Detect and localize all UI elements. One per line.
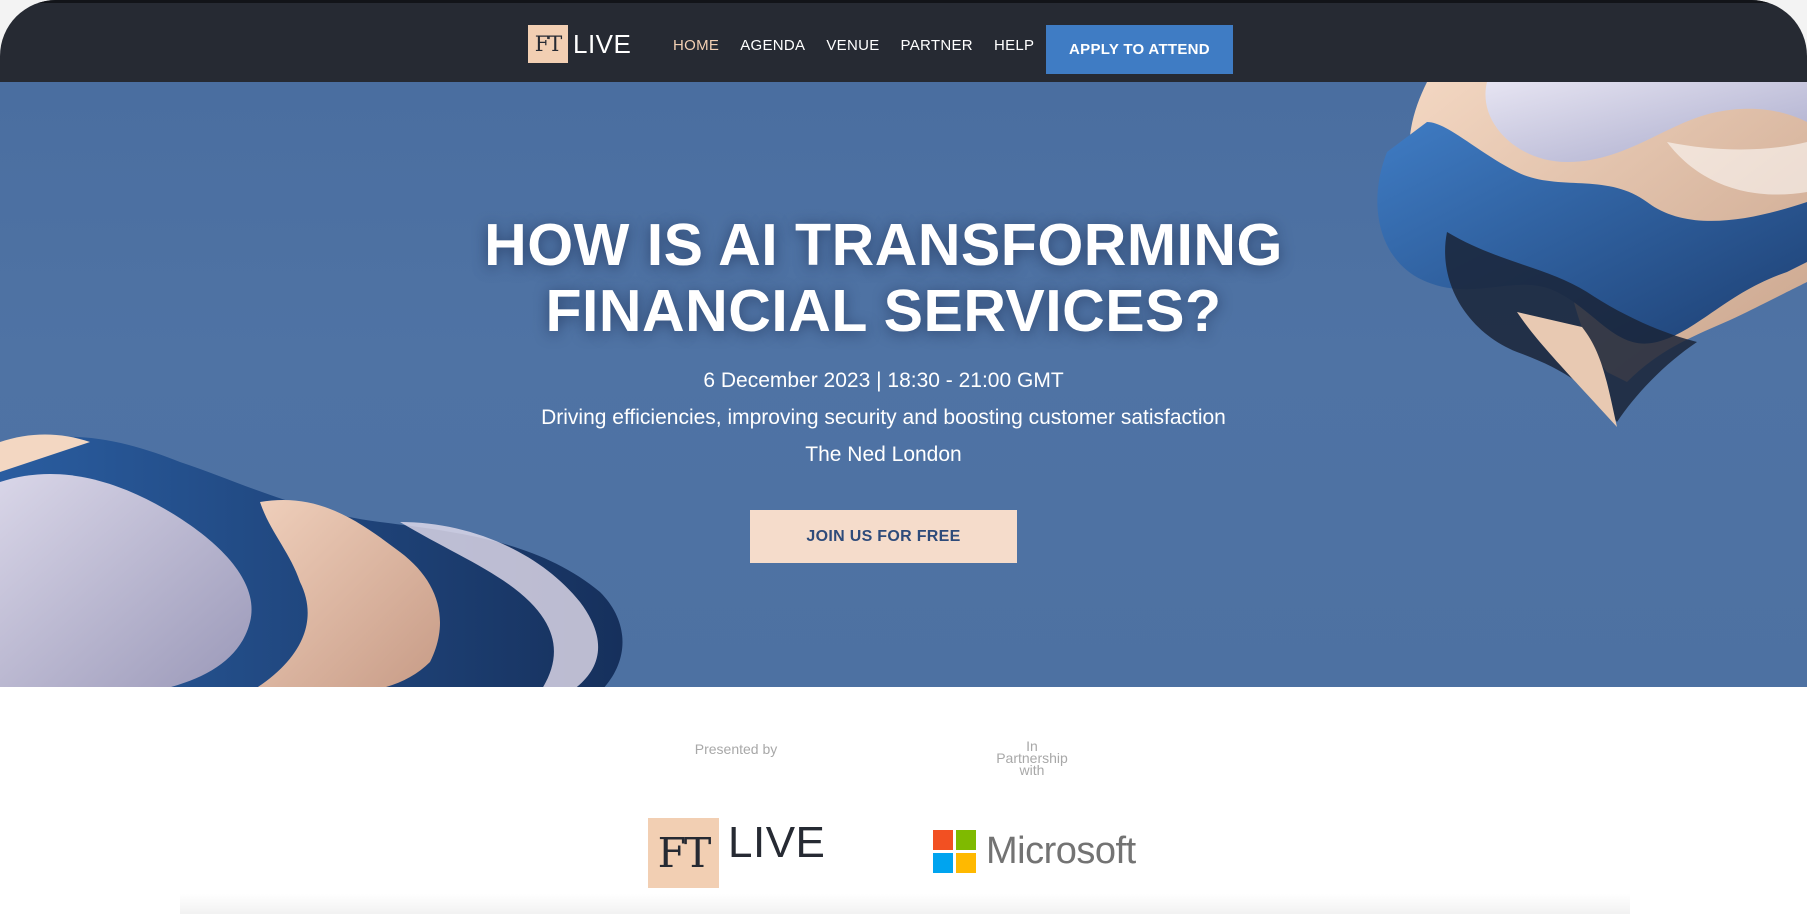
apply-to-attend-button[interactable]: APPLY TO ATTEND — [1046, 25, 1233, 74]
nav-link-home[interactable]: HOME — [673, 37, 719, 54]
nav-link-help[interactable]: HELP — [994, 37, 1034, 54]
partners-section: Presented by In Partnership with FT LIVE… — [0, 687, 1807, 914]
browser-frame: FT LIVE HOME AGENDA VENUE PARTNER HELP A… — [0, 0, 1807, 914]
nav-links: HOME AGENDA VENUE PARTNER HELP — [673, 37, 1055, 54]
event-venue: The Ned London — [805, 443, 962, 466]
join-us-for-free-button[interactable]: JOIN US FOR FREE — [750, 510, 1017, 563]
microsoft-windows-icon — [933, 830, 976, 873]
ft-logo-mark: FT — [528, 25, 568, 63]
presented-by-label: Presented by — [694, 741, 778, 757]
hero-banner: HOW IS AI TRANSFORMING FINANCIAL SERVICE… — [0, 82, 1807, 687]
nav-link-partner[interactable]: PARTNER — [901, 37, 973, 54]
live-logo-word: LIVE — [728, 818, 826, 867]
live-logo-word: LIVE — [573, 28, 632, 59]
presenter-ft-live-logo[interactable]: FT LIVE — [648, 818, 825, 888]
in-partnership-with-label: In Partnership with — [982, 739, 1082, 777]
ms-square-yellow — [956, 853, 976, 873]
hero-title: HOW IS AI TRANSFORMING FINANCIAL SERVICE… — [0, 212, 1767, 344]
ms-square-blue — [933, 853, 953, 873]
microsoft-wordmark: Microsoft — [986, 830, 1136, 872]
nav-link-venue[interactable]: VENUE — [826, 37, 879, 54]
section-bottom-shadow — [180, 894, 1630, 914]
ms-square-green — [956, 830, 976, 850]
top-navigation-bar: FT LIVE HOME AGENDA VENUE PARTNER HELP A… — [0, 0, 1807, 82]
ft-live-logo[interactable]: FT LIVE — [528, 25, 631, 63]
ft-logo-mark: FT — [648, 818, 719, 888]
event-date: 6 December 2023 | 18:30 - 21:00 GMT — [703, 369, 1064, 392]
hero-title-line-1: HOW IS AI TRANSFORMING — [484, 212, 1283, 278]
event-tagline: Driving efficiencies, improving security… — [541, 406, 1226, 429]
nav-link-agenda[interactable]: AGENDA — [740, 37, 805, 54]
ms-square-red — [933, 830, 953, 850]
partner-microsoft-logo[interactable]: Microsoft — [933, 830, 1136, 873]
hero-title-line-2: FINANCIAL SERVICES? — [545, 278, 1222, 344]
